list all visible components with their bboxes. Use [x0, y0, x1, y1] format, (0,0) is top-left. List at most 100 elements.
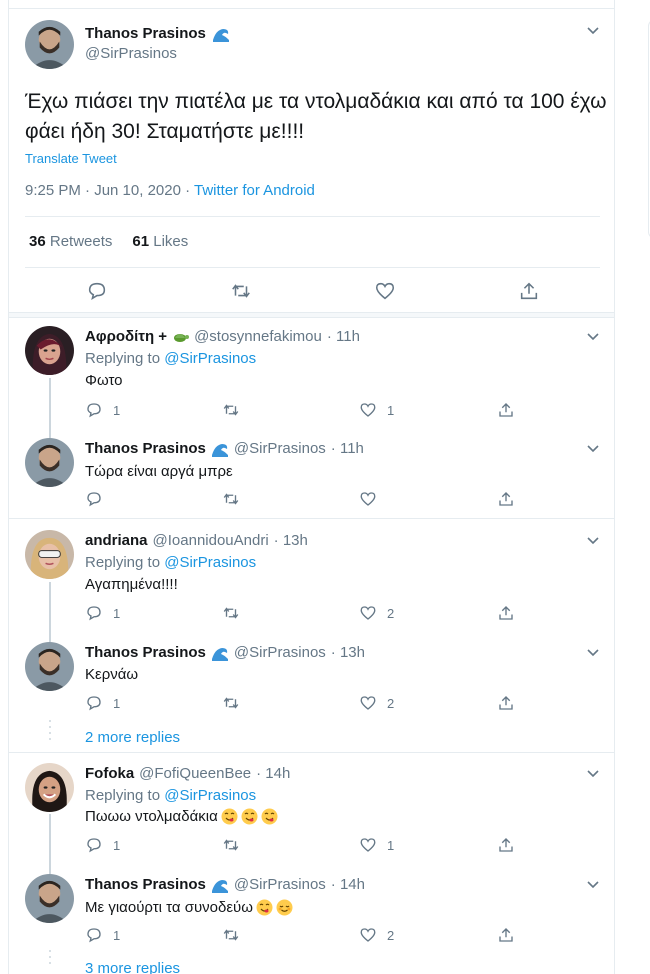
chevron-down-icon[interactable]	[586, 444, 600, 454]
retweet-icon[interactable]	[230, 280, 254, 304]
reply-button[interactable]: 1	[85, 836, 120, 854]
replying-to-handle[interactable]: @SirPrasinos	[164, 554, 256, 571]
reply-author-name[interactable]: Thanos Prasinos	[85, 440, 206, 457]
share-button[interactable]	[497, 490, 515, 508]
retweet-button[interactable]	[222, 490, 250, 508]
replying-to-label: Replying to	[85, 350, 161, 367]
retweet-button[interactable]	[222, 401, 250, 419]
chevron-down-icon[interactable]	[586, 648, 600, 658]
like-button[interactable]: 1	[359, 401, 394, 419]
reply-author-handle[interactable]: @SirPrasinos	[234, 440, 326, 457]
replying-to-handle[interactable]: @SirPrasinos	[164, 787, 256, 804]
reply-avatar[interactable]	[25, 530, 74, 579]
like-button[interactable]: 2	[359, 926, 394, 944]
chevron-down-icon[interactable]	[586, 536, 600, 546]
reply-text: Τώρα είναι αργά μπρε	[85, 463, 233, 480]
retweet-button[interactable]	[222, 604, 250, 622]
reply-avatar[interactable]	[25, 642, 74, 691]
reply-time[interactable]: · 14h	[256, 765, 290, 782]
reply-author-handle[interactable]: @stosynnefakimou	[194, 328, 322, 345]
author-name[interactable]: Thanos Prasinos	[85, 25, 206, 42]
reply-avatar[interactable]	[25, 326, 74, 375]
author-handle[interactable]: @SirPrasinos	[85, 45, 177, 62]
tweet-timestamp[interactable]: 9:25 PM · Jun 10, 2020 ·	[25, 182, 194, 199]
chevron-down-icon[interactable]	[586, 769, 600, 779]
reply-author-name[interactable]: Fofoka	[85, 765, 134, 782]
relieved-emoji-icon	[276, 899, 293, 916]
reply-author-handle[interactable]: @IoannidouAndri	[153, 532, 269, 549]
reply-avatar[interactable]	[25, 438, 74, 487]
reply-actions: 1 2	[85, 926, 545, 946]
reply-icon	[87, 838, 101, 853]
reply-button[interactable]: 1	[85, 604, 120, 622]
reply-author-handle[interactable]: @SirPrasinos	[234, 876, 326, 893]
reply-button[interactable]: 1	[85, 694, 120, 712]
reply-author-name[interactable]: Thanos Prasinos	[85, 644, 206, 661]
likes-count: 61	[132, 233, 150, 250]
reply-text-row: Πωωω ντολμαδάκια	[85, 808, 278, 825]
reply-time[interactable]: · 11h	[327, 328, 360, 345]
share-button[interactable]	[497, 926, 515, 944]
replying-to-handle[interactable]: @SirPrasinos	[164, 350, 256, 367]
reply-time[interactable]: · 11h	[331, 440, 364, 457]
reply-time[interactable]: · 13h	[331, 644, 365, 661]
reply-text-row: Με γιαούρτι τα συνοδεύω	[85, 899, 293, 916]
like-icon[interactable]	[374, 280, 398, 304]
retweet-button[interactable]	[222, 836, 250, 854]
retweet-button[interactable]	[222, 926, 250, 944]
reply-author-handle[interactable]: @SirPrasinos	[234, 644, 326, 661]
reply-button[interactable]	[85, 490, 113, 508]
retweet-button[interactable]	[222, 694, 250, 712]
reply-time[interactable]: · 13h	[274, 532, 308, 549]
replying-to: Replying to @SirPrasinos	[85, 787, 256, 804]
reply-icon	[87, 606, 101, 621]
reply-header: Fofoka @FofiQueenBee · 14h	[85, 765, 290, 782]
like-button[interactable]	[359, 490, 387, 508]
chevron-down-icon[interactable]	[586, 880, 600, 890]
like-count: 2	[387, 605, 395, 621]
likes-stat[interactable]: 61 Likes	[132, 233, 188, 250]
thread-dots	[48, 950, 52, 968]
reply-author-name[interactable]: Thanos Prasinos	[85, 876, 206, 893]
thread-line	[49, 814, 51, 874]
share-button[interactable]	[497, 401, 515, 419]
reply-icon[interactable]	[86, 280, 110, 304]
retweet-icon	[223, 839, 239, 851]
reply-author-handle[interactable]: @FofiQueenBee	[139, 765, 251, 782]
reply-author-name[interactable]: andriana	[85, 532, 148, 549]
chevron-down-icon[interactable]	[586, 332, 600, 342]
thread-divider	[9, 752, 614, 753]
more-replies-link[interactable]: 2 more replies	[85, 729, 180, 746]
retweets-stat[interactable]: 36 Retweets	[29, 233, 112, 250]
like-button[interactable]: 2	[359, 694, 394, 712]
reply-text: Κερνάω	[85, 666, 139, 683]
reply-avatar[interactable]	[25, 874, 74, 923]
reply-count: 1	[113, 695, 121, 711]
share-button[interactable]	[497, 694, 515, 712]
share-button[interactable]	[497, 604, 515, 622]
reply-author-name[interactable]: Αφροδίτη +	[85, 328, 167, 345]
reply-avatar[interactable]	[25, 763, 74, 812]
reply-button[interactable]: 1	[85, 926, 120, 944]
share-icon	[499, 492, 513, 506]
chevron-down-icon[interactable]	[586, 26, 600, 36]
like-icon	[360, 403, 376, 417]
share-icon	[499, 606, 513, 620]
reply-text: Πωωω ντολμαδάκια	[85, 808, 218, 825]
reply-header: Thanos Prasinos @SirPrasinos · 13h	[85, 644, 365, 661]
share-icon[interactable]	[518, 280, 542, 304]
tweet-text: Έχω πιάσει την πιατέλα με τα ντολμαδάκια…	[25, 90, 607, 143]
replying-to-label: Replying to	[85, 554, 161, 571]
author-name-row[interactable]: Thanos Prasinos	[85, 25, 230, 42]
translate-tweet-link[interactable]: Translate Tweet	[25, 151, 117, 166]
like-button[interactable]: 1	[359, 836, 394, 854]
like-button[interactable]: 2	[359, 604, 394, 622]
more-replies-link[interactable]: 3 more replies	[85, 960, 180, 974]
section-separator	[9, 312, 614, 318]
retweet-icon	[223, 929, 239, 941]
reply-time[interactable]: · 14h	[331, 876, 365, 893]
tweet-source-link[interactable]: Twitter for Android	[194, 182, 315, 199]
reply-button[interactable]: 1	[85, 401, 120, 419]
author-avatar[interactable]	[25, 20, 74, 69]
share-button[interactable]	[497, 836, 515, 854]
